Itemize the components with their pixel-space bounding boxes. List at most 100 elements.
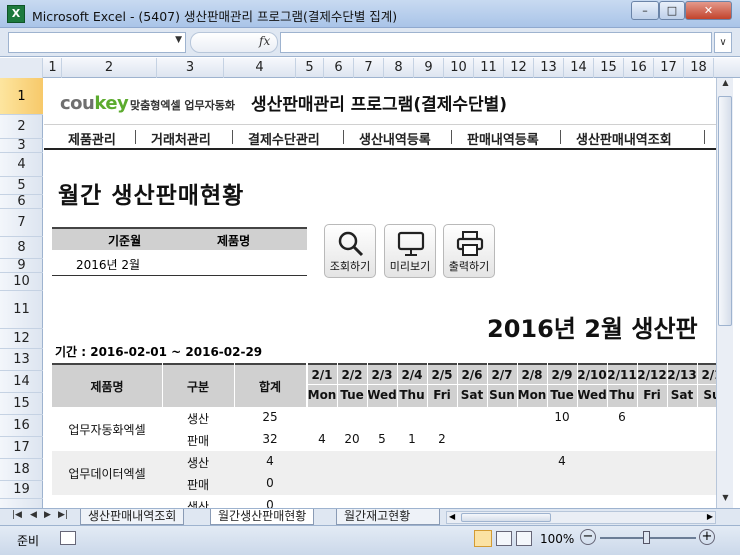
day-value[interactable]: 6 <box>607 410 637 424</box>
column-header[interactable]: 15 <box>594 58 624 78</box>
row-header[interactable]: 3 <box>0 138 43 153</box>
row-header[interactable]: 1 <box>0 78 43 115</box>
product-name[interactable]: 업무자동화엑셀 <box>52 421 162 438</box>
day-value[interactable]: 1 <box>397 432 427 446</box>
normal-view-icon[interactable] <box>474 530 492 547</box>
minimize-button[interactable]: – <box>631 1 659 20</box>
scroll-right-icon[interactable]: ▶ <box>707 512 713 521</box>
row-total[interactable]: 0 <box>234 498 306 508</box>
maximize-button[interactable]: □ <box>659 1 685 20</box>
row-total[interactable]: 4 <box>234 454 306 468</box>
row-header[interactable]: 16 <box>0 415 43 437</box>
zoom-in-icon[interactable]: + <box>699 529 715 545</box>
print-button[interactable]: 출력하기 <box>443 224 495 278</box>
preview-button[interactable]: 미리보기 <box>384 224 436 278</box>
macro-record-icon[interactable] <box>60 531 76 545</box>
row-header[interactable]: 15 <box>0 393 43 415</box>
column-header[interactable]: 16 <box>624 58 654 78</box>
column-header[interactable]: 3 <box>157 58 224 78</box>
select-all-corner[interactable] <box>0 58 43 78</box>
column-header[interactable]: 11 <box>474 58 504 78</box>
product-name[interactable]: 업무데이터엑셀 <box>52 465 162 482</box>
row-header[interactable]: 10 <box>0 273 43 291</box>
scroll-left-icon[interactable]: ◀ <box>449 512 455 521</box>
column-header[interactable]: 13 <box>534 58 564 78</box>
row-header[interactable]: 7 <box>0 209 43 237</box>
menu-item[interactable]: 생산내역등록 <box>359 129 431 148</box>
row-total[interactable]: 25 <box>234 410 306 424</box>
day-value[interactable]: 2 <box>427 432 457 446</box>
page-layout-icon[interactable] <box>496 531 512 546</box>
row-type[interactable]: 판매 <box>162 432 234 449</box>
row-total[interactable]: 32 <box>234 432 306 446</box>
worksheet-grid[interactable]: coukey 맞춤형엑셀 업무자동화 생산판매관리 프로그램(결제수단별) 제품… <box>44 78 716 508</box>
page-break-icon[interactable] <box>516 531 532 546</box>
horizontal-scrollbar[interactable]: ◀ ▶ <box>446 511 716 524</box>
vertical-scroll-thumb[interactable] <box>718 96 732 326</box>
sheet-tab-3[interactable]: 월간재고현황 <box>336 509 440 525</box>
zoom-level[interactable]: 100% <box>540 532 574 546</box>
row-header[interactable]: 5 <box>0 177 43 195</box>
close-button[interactable]: ✕ <box>685 1 732 20</box>
column-header[interactable]: 4 <box>224 58 296 78</box>
first-sheet-icon[interactable]: |◀ <box>12 510 22 520</box>
row-header[interactable]: 6 <box>0 194 43 209</box>
row-type[interactable]: 생산 <box>162 410 234 427</box>
row-type[interactable]: 판매 <box>162 476 234 493</box>
row-header[interactable]: 9 <box>0 258 43 273</box>
column-header[interactable]: 7 <box>354 58 384 78</box>
row-header[interactable]: 4 <box>0 153 43 177</box>
search-button[interactable]: 조회하기 <box>324 224 376 278</box>
name-box[interactable]: ▼ <box>8 32 186 53</box>
menu-item[interactable]: 판매내역등록 <box>467 129 539 148</box>
prev-sheet-icon[interactable]: ◀ <box>30 510 37 520</box>
row-header[interactable]: 8 <box>0 237 43 259</box>
column-header[interactable]: 12 <box>504 58 534 78</box>
column-header[interactable]: 6 <box>324 58 354 78</box>
scroll-up-icon[interactable]: ▲ <box>718 78 733 93</box>
column-header[interactable]: 9 <box>414 58 444 78</box>
row-header[interactable]: 14 <box>0 371 43 393</box>
sheet-tab-2[interactable]: 월간생산판매현황 <box>210 509 315 525</box>
column-header[interactable]: 8 <box>384 58 414 78</box>
menu-item[interactable]: 결제수단관리 <box>248 129 320 148</box>
menu-item[interactable]: 거래처관리 <box>151 129 211 148</box>
month-value[interactable]: 2016년 2월 <box>76 256 140 273</box>
product-value[interactable] <box>187 252 297 272</box>
row-type[interactable]: 생산 <box>162 498 234 508</box>
vertical-scrollbar[interactable]: ▲ ▼ <box>716 78 733 508</box>
expand-formula-icon[interactable]: ∨ <box>714 32 732 53</box>
chevron-down-icon[interactable]: ▼ <box>175 35 182 45</box>
day-value[interactable]: 10 <box>547 410 577 424</box>
zoom-slider-thumb[interactable] <box>643 531 650 544</box>
menu-item[interactable]: 생산판매내역조회 <box>576 129 672 148</box>
column-header[interactable]: 1 <box>44 58 62 78</box>
row-header[interactable]: 19 <box>0 481 43 499</box>
row-header[interactable]: 13 <box>0 349 43 371</box>
last-sheet-icon[interactable]: ▶| <box>58 510 68 520</box>
row-header[interactable]: 11 <box>0 291 43 329</box>
insert-function-icon[interactable]: fx <box>259 34 270 48</box>
menu-item[interactable]: 제품관리 <box>68 129 116 148</box>
sheet-tab-1[interactable]: 생산판매내역조회 <box>80 509 185 525</box>
row-header[interactable]: 18 <box>0 459 43 481</box>
row-header[interactable]: 2 <box>0 115 43 139</box>
column-header[interactable]: 14 <box>564 58 594 78</box>
column-header[interactable]: 5 <box>296 58 324 78</box>
day-value[interactable]: 20 <box>337 432 367 446</box>
excel-app-icon[interactable]: X <box>7 5 25 23</box>
column-header[interactable]: 18 <box>684 58 714 78</box>
next-sheet-icon[interactable]: ▶ <box>44 510 51 520</box>
day-value[interactable]: 4 <box>547 454 577 468</box>
column-header[interactable]: 17 <box>654 58 684 78</box>
horizontal-scroll-thumb[interactable] <box>461 513 551 522</box>
scroll-down-icon[interactable]: ▼ <box>718 493 733 508</box>
row-total[interactable]: 0 <box>234 476 306 490</box>
day-value[interactable]: 4 <box>307 432 337 446</box>
zoom-out-icon[interactable]: − <box>580 529 596 545</box>
column-header[interactable]: 2 <box>62 58 157 78</box>
formula-input[interactable] <box>280 32 712 53</box>
row-header[interactable]: 12 <box>0 329 43 349</box>
day-value[interactable]: 5 <box>367 432 397 446</box>
column-header[interactable]: 10 <box>444 58 474 78</box>
